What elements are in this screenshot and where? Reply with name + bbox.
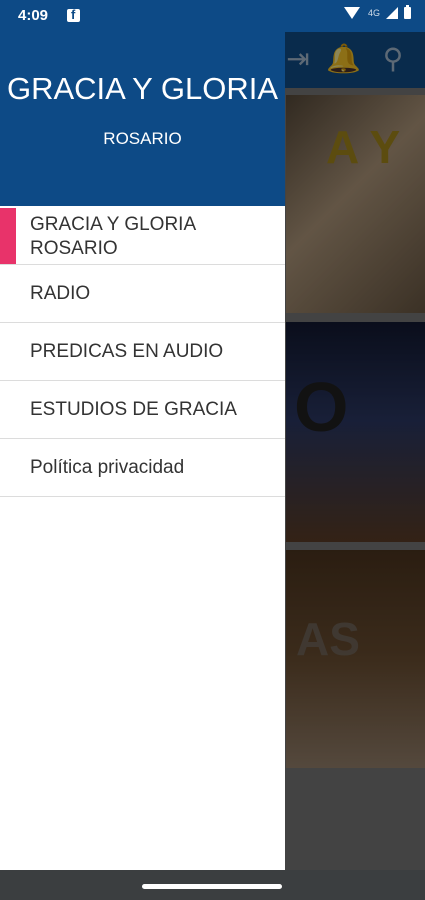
status-bar: 4:09 4G (0, 0, 425, 32)
menu-item-label: ESTUDIOS DE GRACIA (30, 399, 237, 420)
facebook-notification-icon (67, 7, 80, 22)
drawer-title: GRACIA Y GLORIA (6, 71, 279, 106)
network-type: 4G (367, 8, 380, 18)
navigation-bar (0, 870, 425, 900)
wifi-icon (343, 7, 360, 19)
menu-item-label: GRACIA Y GLORIA ROSARIO (30, 214, 196, 259)
drawer-header: GRACIA Y GLORIA ROSARIO (0, 32, 285, 206)
menu-item-label: PREDICAS EN AUDIO (30, 341, 224, 362)
menu-item-predicas-en-audio[interactable]: PREDICAS EN AUDIO (0, 323, 285, 381)
drawer-subtitle: ROSARIO (103, 129, 182, 148)
status-icons: 4G (343, 5, 411, 19)
menu-item-label: RADIO (30, 283, 91, 304)
menu-item-politica-privacidad[interactable]: Política privacidad (0, 439, 285, 497)
signal-icon (386, 7, 398, 19)
menu-item-estudios-de-gracia[interactable]: ESTUDIOS DE GRACIA (0, 381, 285, 439)
menu-item-label: Política privacidad (30, 457, 185, 478)
status-time: 4:09 (18, 7, 49, 24)
menu-item-gracia-y-gloria-rosario[interactable]: GRACIA Y GLORIA ROSARIO (0, 206, 285, 265)
battery-icon (404, 5, 411, 19)
menu-item-radio[interactable]: RADIO (0, 265, 285, 323)
navigation-drawer: GRACIA Y GLORIA ROSARIO GRACIA Y GLORIA … (0, 32, 285, 870)
home-gesture-handle[interactable] (142, 884, 282, 889)
